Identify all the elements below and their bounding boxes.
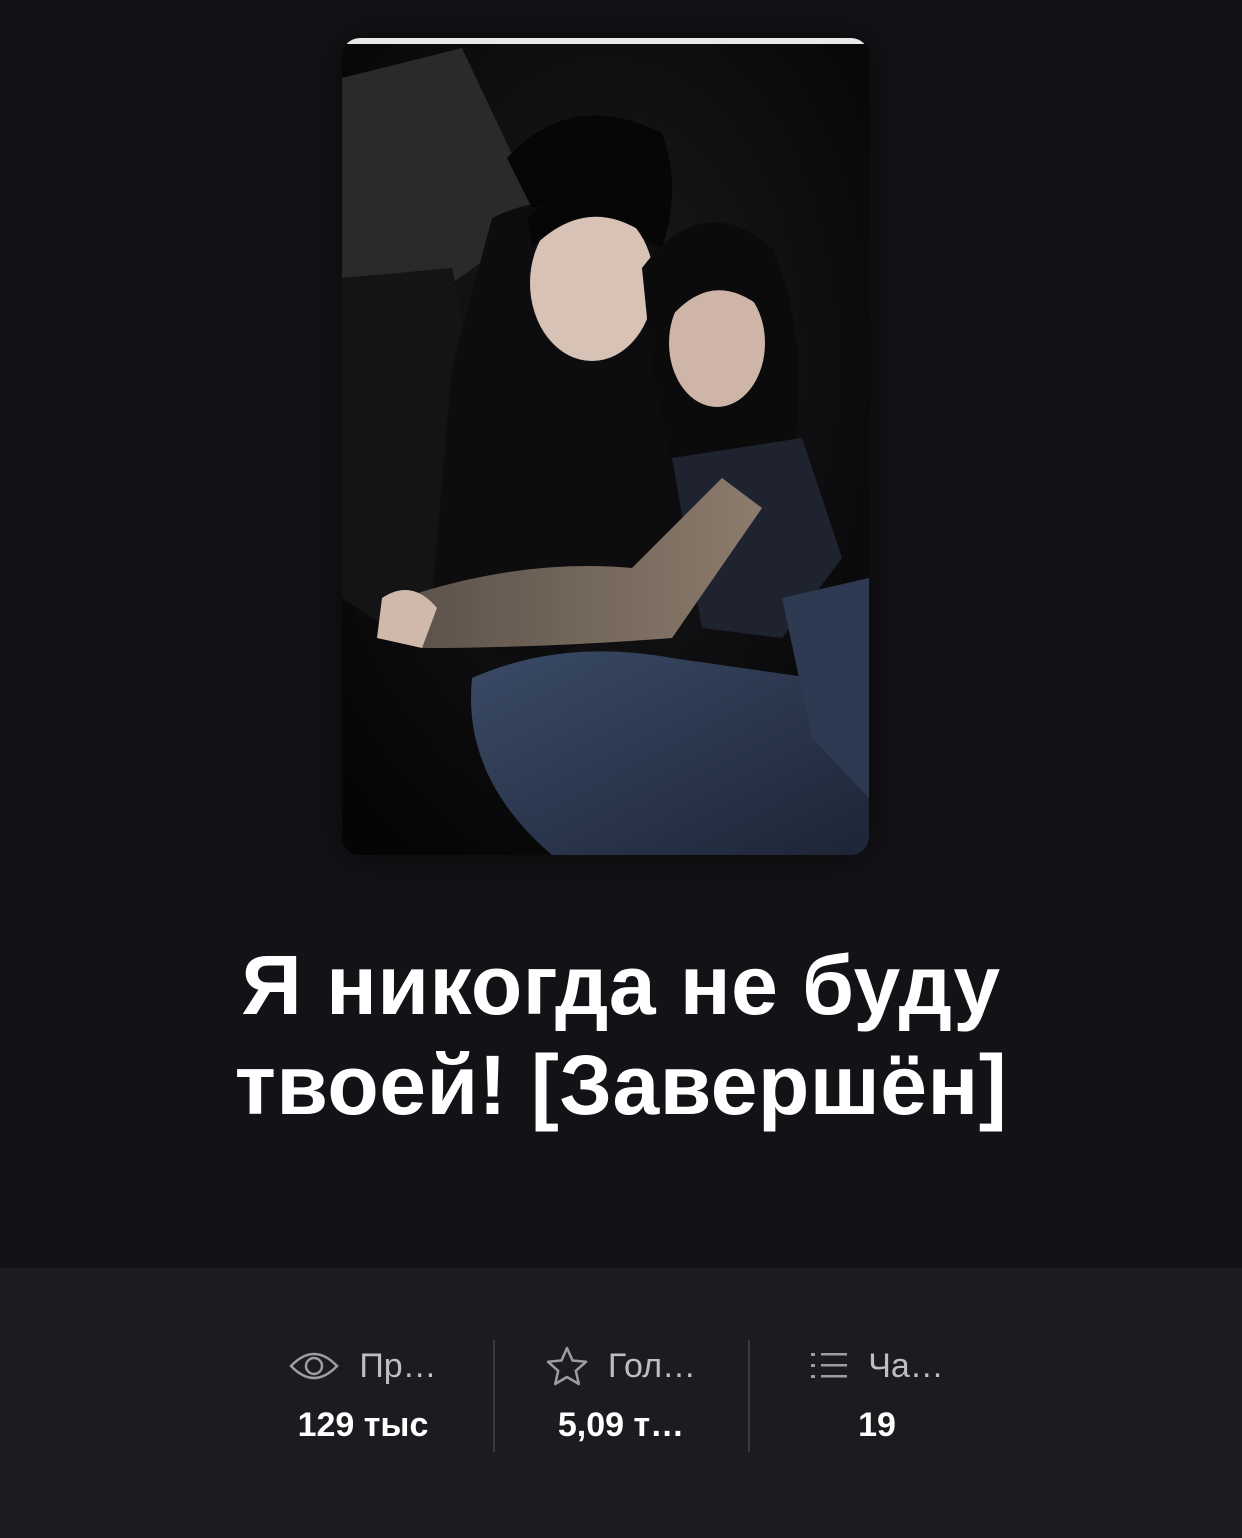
stat-parts-value: 19 (858, 1406, 896, 1444)
list-icon (810, 1350, 848, 1382)
stat-reads[interactable]: Пр… 129 тыс (236, 1338, 490, 1448)
stat-reads-label-row: Пр… (236, 1338, 490, 1394)
stat-parts-label: Ча… (868, 1346, 944, 1385)
stat-reads-label: Пр… (359, 1346, 437, 1385)
stat-parts-label-row: Ча… (750, 1338, 1004, 1394)
story-stats-bar: Пр… 129 тыс Гол… 5,09 т… Ча… 19 (0, 1268, 1242, 1538)
star-icon (546, 1346, 588, 1386)
eye-icon (289, 1348, 340, 1384)
story-title: Я никогда не буду твоей! [Завершён] (234, 938, 1008, 1132)
stat-reads-value: 129 тыс (297, 1406, 429, 1444)
stat-votes-label-row: Гол… (494, 1338, 748, 1394)
stat-votes-value: 5,09 т… (557, 1406, 685, 1444)
story-header: Я никогда не буду твоей! [Завершён] (0, 0, 1242, 1268)
stat-parts[interactable]: Ча… 19 (750, 1338, 1004, 1448)
stat-votes-label: Гол… (607, 1346, 697, 1385)
story-cover-image[interactable] (342, 38, 869, 855)
stat-votes[interactable]: Гол… 5,09 т… (494, 1338, 748, 1448)
